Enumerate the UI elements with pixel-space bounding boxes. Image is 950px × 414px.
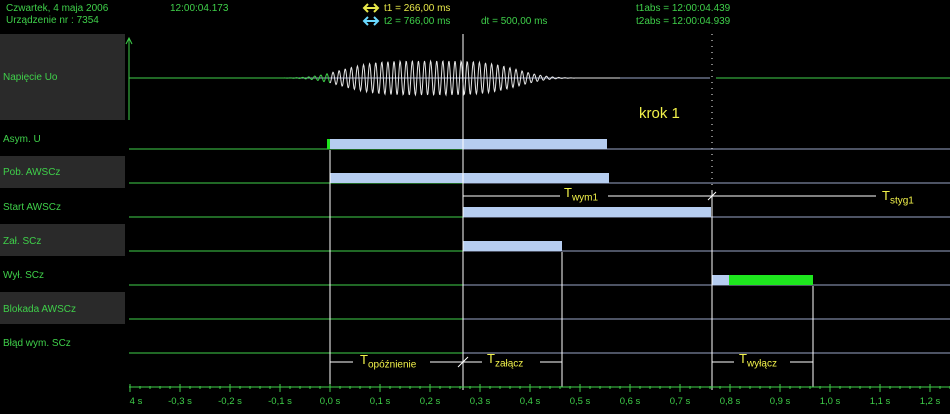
t-zalacz-sub: załącz (494, 358, 524, 370)
axis-tick-label: 4 s (129, 396, 143, 407)
axis-tick-label: 0,8 s (719, 396, 741, 407)
t-wylacz-label: Twyłącz (739, 351, 777, 370)
axis-tick-label: 0,2 s (419, 396, 441, 407)
axis-tick-label: 0,6 s (619, 396, 641, 407)
t-wym1-label: Twym1 (564, 185, 598, 204)
axis-tick-label: 0,3 s (469, 396, 491, 407)
signal-plot[interactable] (0, 0, 950, 414)
t-wylacz-main: T (739, 351, 747, 366)
bar-asym-u-green (327, 139, 330, 149)
t-zalacz-main: T (487, 351, 495, 366)
axis-tick-label: 0,4 s (519, 396, 541, 407)
t-opoznienie-label: Topóźnienie (360, 352, 416, 371)
axis-tick-label: 0,9 s (769, 396, 791, 407)
axis-tick-label: 0,5 s (569, 396, 591, 407)
t-wym1-sub: wym1 (571, 192, 599, 204)
t-opoznienie-sub: opóźnienie (367, 359, 417, 371)
axis-tick-label: 0,7 s (669, 396, 691, 407)
t-styg1-label: Tstyg1 (882, 188, 914, 207)
axis-tick-label: -0,2 s (218, 396, 242, 407)
axis-tick-label: 1,2 s (919, 396, 941, 407)
t-zalacz-label: Tzałącz (487, 351, 523, 370)
axis-tick-label: 1,1 s (869, 396, 891, 407)
t-opoznienie-main: T (360, 352, 368, 367)
bar-pob-awscz (330, 173, 609, 183)
bar-wyl-scz-green (729, 275, 813, 285)
axis-tick-label: 0,0 s (319, 396, 341, 407)
bar-wyl-scz-blue (712, 275, 729, 285)
axis-tick-label: -0,3 s (168, 396, 192, 407)
t-wylacz-sub: wyłącz (746, 358, 777, 370)
t-styg1-main: T (882, 188, 890, 203)
axis-tick-label: 0,1 s (369, 396, 391, 407)
voltage-waveform-left (240, 72, 331, 84)
bar-asym-u (330, 139, 607, 149)
bar-zal-scz (463, 241, 562, 251)
bar-start-awscz (463, 207, 711, 217)
t-wym1-main: T (564, 185, 572, 200)
t-styg1-sub: styg1 (889, 195, 914, 207)
step-label: krok 1 (639, 105, 680, 122)
axis-tick-label: 1,0 s (819, 396, 841, 407)
axis-tick-label: -0,1 s (268, 396, 292, 407)
oscillograph-window: Czwartek, 4 maja 2006 Urządzenie nr : 73… (0, 0, 950, 414)
